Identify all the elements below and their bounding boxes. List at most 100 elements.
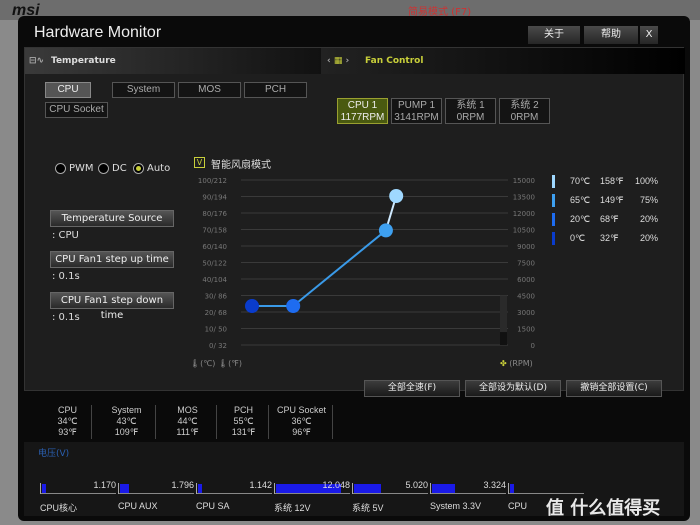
right-tick-label: 7500	[517, 260, 535, 268]
left-tick-label: 60/140	[202, 243, 227, 251]
voltage-bar	[42, 484, 46, 493]
temp-fahrenheit: 109℉	[114, 427, 139, 437]
legend-fahrenheit: 149℉	[600, 195, 624, 205]
voltage-label: 电压(V)	[38, 449, 70, 459]
temp-fahrenheit: 93℉	[58, 427, 77, 437]
curve-point[interactable]	[389, 189, 404, 203]
voltage-tick	[430, 483, 431, 494]
voltage-name: CPU SA	[196, 501, 230, 511]
legend-swatch	[552, 213, 555, 226]
thermometer-icon: 🌡	[217, 359, 229, 368]
legend-row: 65℃ 149℉ 75%	[548, 194, 658, 209]
set-all-default-button[interactable]: 全部设为默认(D)	[465, 380, 561, 397]
temp-name: PCH	[233, 405, 253, 415]
legend-percent: 20%	[639, 233, 658, 243]
voltage-axis	[352, 493, 428, 494]
voltage-axis	[430, 493, 506, 494]
legend-swatch	[552, 194, 555, 207]
voltage-name: System 3.3V	[430, 501, 482, 511]
temp-celsius: 34℃	[57, 416, 78, 426]
left-tick-label: 40/104	[202, 276, 227, 284]
legend-fahrenheit: 158℉	[600, 176, 624, 186]
legend-fahrenheit: 68℉	[600, 214, 619, 224]
temp-name: System	[111, 405, 142, 415]
voltage-tick	[196, 483, 197, 494]
fan-icon: ✤	[500, 359, 507, 368]
rpm-label: (RPM)	[509, 359, 533, 368]
voltage-bar	[120, 484, 130, 493]
celsius-label: (℃)	[200, 359, 216, 368]
temp-name: CPU	[57, 405, 77, 415]
voltage-axis	[274, 493, 350, 494]
temp-name: MOS	[177, 405, 198, 415]
voltage-name: 系统 12V	[274, 503, 311, 513]
curve-point[interactable]	[245, 299, 259, 313]
right-tick-label: 15000	[513, 177, 535, 185]
hardware-monitor-window: Hardware Monitor 关于 帮助 X ⊟∿ Temperature …	[18, 16, 690, 521]
full-speed-all-button[interactable]: 全部全速(F)	[364, 380, 460, 397]
voltage-value: 1.796	[171, 480, 194, 490]
right-tick-label: 1500	[517, 326, 535, 334]
temp-fahrenheit: 111℉	[176, 427, 199, 437]
voltage-value: 1.142	[249, 480, 272, 490]
voltage-gauge: 1.796 CPU AUX	[118, 480, 198, 511]
voltage-tick	[40, 483, 41, 494]
voltage-gauge: 5.020 系统 5V	[352, 480, 432, 513]
voltage-value: 12.048	[322, 480, 350, 490]
right-tick-label: 0	[531, 342, 535, 350]
voltage-gauge: 1.142 CPU SA	[196, 480, 276, 511]
temp-name: CPU Socket	[276, 405, 327, 415]
temperature-reading: PCH 55℃ 131℉	[219, 405, 269, 439]
voltage-tick	[274, 483, 275, 494]
voltage-bar	[198, 484, 202, 493]
legend-percent: 75%	[639, 195, 658, 205]
rpm-unit-label: ✤ (RPM)	[500, 359, 533, 368]
right-tick-label: 6000	[517, 276, 535, 284]
legend-celsius: 0℃	[570, 233, 586, 243]
voltage-value: 1.170	[93, 480, 116, 490]
temp-celsius: 36℃	[291, 416, 312, 426]
left-tick-label: 100/212	[198, 177, 227, 185]
voltage-name: CPU	[508, 501, 528, 511]
voltage-axis	[40, 493, 116, 494]
legend-row: 70℃ 158℉ 100%	[548, 175, 658, 190]
voltage-bar	[510, 484, 514, 493]
legend-celsius: 70℃	[570, 176, 591, 186]
left-tick-label: 90/194	[202, 194, 227, 202]
thermometer-icon: 🌡	[190, 359, 201, 368]
voltage-axis	[196, 493, 272, 494]
voltage-gauge: 1.170 CPU核心	[40, 480, 120, 513]
legend-row: 20℃ 68℉ 20%	[548, 213, 658, 228]
left-tick-label: 30/ 86	[205, 293, 228, 301]
voltage-axis	[118, 493, 194, 494]
temp-unit-labels: 🌡(℃) 🌡(℉)	[190, 359, 242, 368]
curve-segment	[292, 229, 387, 307]
voltage-name: 系统 5V	[352, 503, 384, 513]
right-tick-label: 13500	[513, 194, 535, 202]
right-tick-label: 4500	[517, 293, 535, 301]
curve-point[interactable]	[286, 299, 301, 313]
voltage-gauge: 12.048 系统 12V	[274, 480, 354, 513]
voltage-bar	[354, 484, 381, 493]
legend-percent: 100%	[634, 176, 658, 186]
undo-all-settings-button[interactable]: 撤销全部设置(C)	[566, 380, 662, 397]
watermark: 值 什么值得买	[546, 498, 661, 519]
voltage-value: 5.020	[405, 480, 428, 490]
legend-row: 0℃ 32℉ 20%	[548, 232, 658, 247]
legend-celsius: 65℃	[570, 195, 591, 205]
left-tick-label: 50/122	[202, 260, 227, 268]
rpm-gauge-level	[500, 332, 507, 345]
left-tick-label: 80/176	[202, 210, 227, 218]
right-tick-label: 10500	[513, 227, 535, 235]
temperature-reading: CPU Socket 36℃ 96℉	[271, 405, 333, 439]
legend-swatch	[552, 175, 555, 188]
voltage-tick	[118, 483, 119, 494]
left-tick-label: 0/ 32	[209, 342, 227, 350]
voltage-tick	[352, 483, 353, 494]
right-tick-label: 12000	[513, 210, 535, 218]
right-tick-label: 3000	[517, 309, 535, 317]
curve-point[interactable]	[378, 223, 393, 238]
voltage-gauge: 3.324 System 3.3V	[430, 480, 510, 511]
voltage-name: CPU核心	[40, 503, 78, 513]
voltage-tick	[508, 483, 509, 494]
